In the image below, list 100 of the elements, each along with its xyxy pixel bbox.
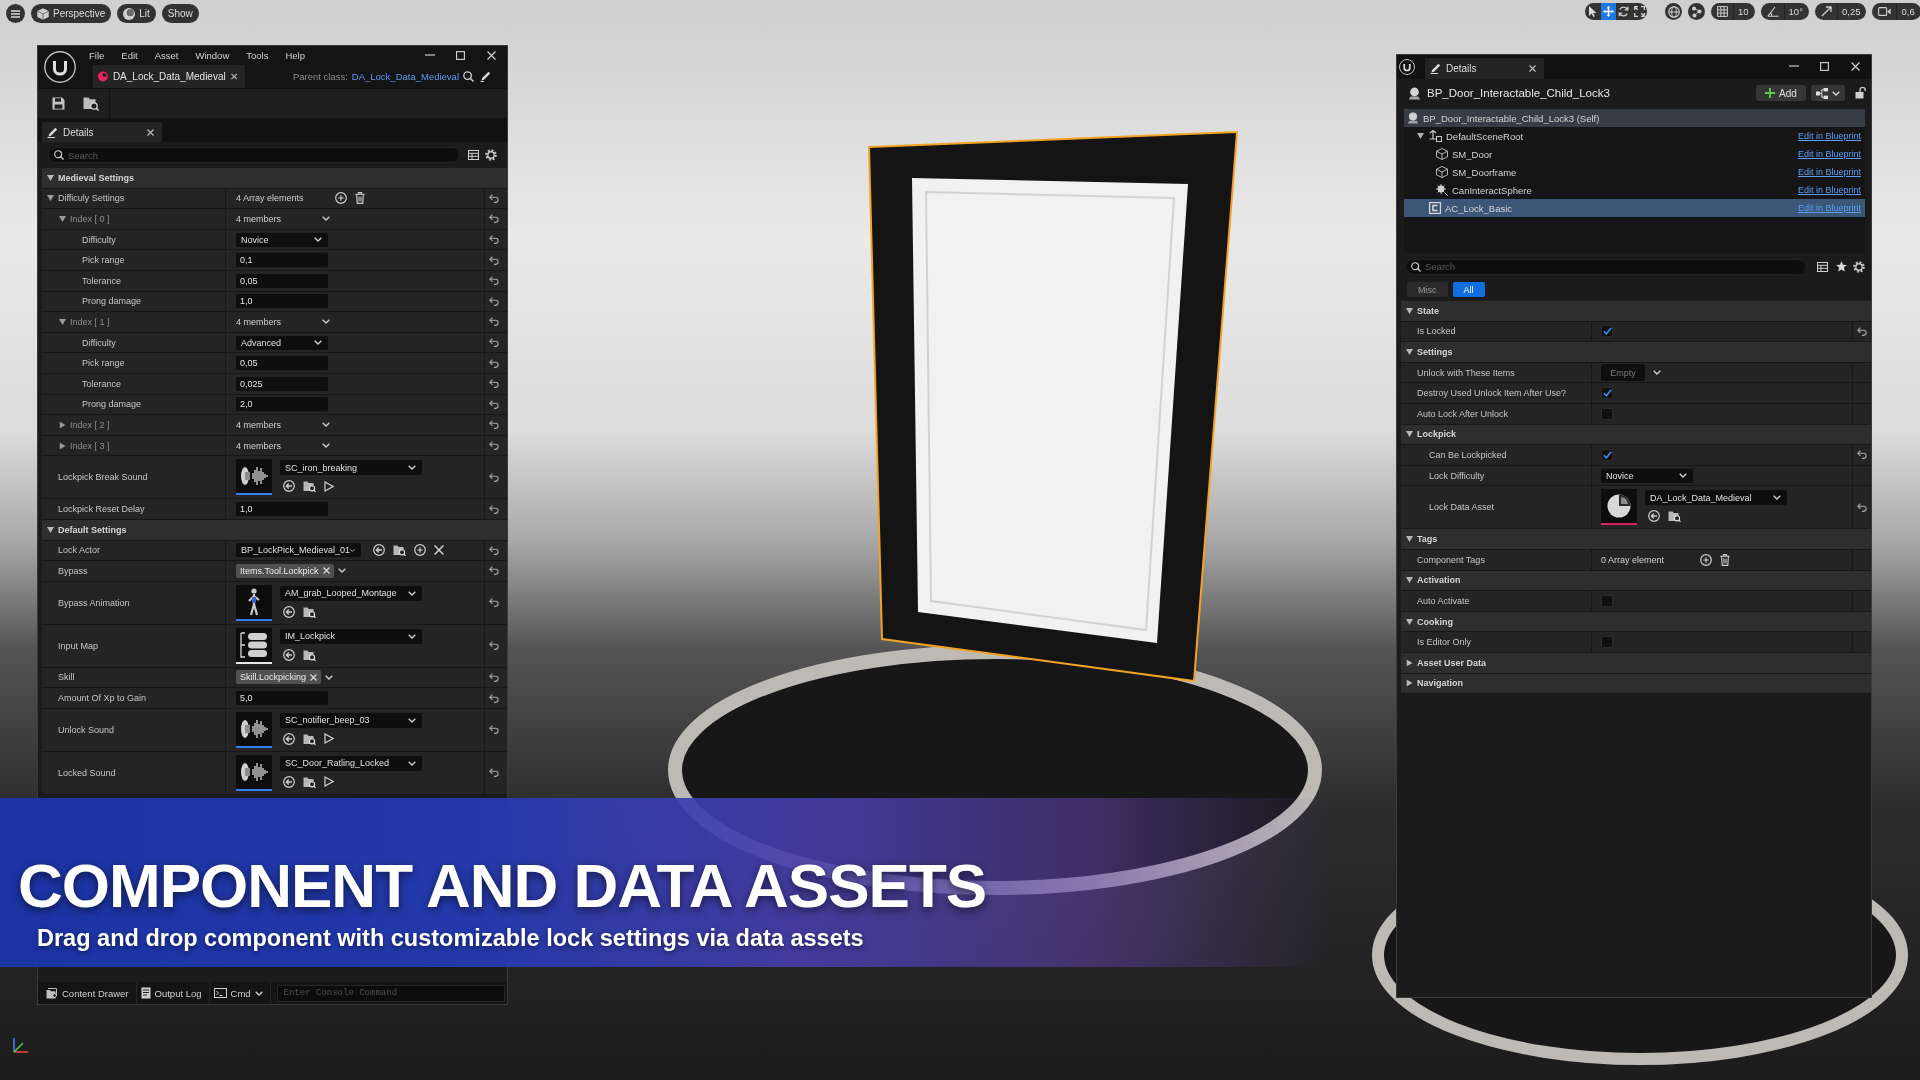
edit-in-blueprint-link[interactable]: Edit in Blueprint [1797, 167, 1861, 177]
cmd-button[interactable]: Cmd [209, 982, 271, 1004]
component-row[interactable]: DefaultSceneRoot Edit in Blueprint [1404, 127, 1865, 145]
category-header[interactable]: Default Settings [42, 519, 507, 541]
reset-arrow-icon[interactable] [489, 693, 499, 703]
number-field[interactable]: 0,025 [236, 376, 328, 391]
diagonal-arrow-icon[interactable] [1820, 6, 1832, 17]
play-icon[interactable] [324, 776, 334, 788]
value-dropdown[interactable]: Novice [1601, 468, 1693, 483]
engine-logo-icon[interactable] [44, 51, 76, 83]
category-header[interactable]: Activation [1401, 570, 1871, 592]
pencil-icon[interactable] [480, 71, 491, 82]
tag-chip[interactable]: Skill.Lockpicking [236, 670, 322, 685]
reset-arrow-icon[interactable] [489, 255, 499, 265]
arrow-circle-icon[interactable] [283, 480, 295, 493]
plus-circle-icon[interactable] [335, 192, 347, 205]
reset-arrow-icon[interactable] [489, 193, 499, 203]
engine-logo-icon[interactable] [1399, 59, 1415, 75]
checkbox[interactable] [1601, 407, 1613, 420]
reset-arrow-icon[interactable] [489, 768, 499, 778]
angle-icon[interactable] [1766, 6, 1779, 17]
chevron-down-icon[interactable] [322, 422, 330, 428]
camera-speed-value[interactable]: 0,6 [1896, 3, 1915, 20]
category-header[interactable]: Lockpick [1401, 424, 1871, 446]
chevron-down-icon[interactable] [322, 319, 330, 325]
gear-icon[interactable] [1853, 260, 1865, 273]
category-header[interactable]: Settings [1401, 342, 1871, 363]
close-icon[interactable] [147, 128, 154, 136]
camera-speed-control[interactable]: 0,6 [1872, 3, 1920, 20]
asset-dropdown[interactable]: IM_Lockpick [280, 628, 422, 644]
number-field[interactable]: 1,0 [236, 294, 328, 309]
star-icon[interactable] [1836, 261, 1847, 272]
table-icon[interactable] [468, 150, 479, 160]
chevron-down-icon[interactable] [325, 675, 334, 680]
asset-dropdown[interactable]: AM_grab_Looped_Montage [280, 585, 422, 601]
tag-chip[interactable]: Items.Tool.Lockpick [236, 563, 334, 578]
grid-icon[interactable] [1717, 6, 1728, 17]
reset-arrow-icon[interactable] [489, 504, 499, 514]
play-icon[interactable] [324, 480, 334, 492]
arrow-circle-icon[interactable] [283, 732, 295, 745]
component-row[interactable]: SM_Door Edit in Blueprint [1404, 145, 1865, 163]
search-field[interactable]: Search [1405, 258, 1807, 275]
category-header[interactable]: Navigation [1401, 673, 1871, 695]
reset-arrow-icon[interactable] [489, 673, 499, 682]
filter-button[interactable]: Misc [1407, 282, 1448, 297]
reset-arrow-icon[interactable] [489, 399, 499, 409]
rotation-snap-value[interactable]: 10° [1783, 3, 1803, 20]
category-header[interactable]: Medieval Settings [42, 168, 507, 189]
reset-arrow-icon[interactable] [489, 338, 499, 348]
move-tool-button[interactable] [1600, 3, 1616, 20]
edit-in-blueprint-link[interactable]: Edit in Blueprint [1797, 185, 1861, 195]
close-icon[interactable] [1529, 65, 1536, 72]
asset-dropdown[interactable]: SC_iron_breaking [280, 460, 422, 476]
folder-search-icon[interactable] [303, 732, 316, 745]
category-header[interactable]: Asset User Data [1401, 652, 1871, 674]
menu-item[interactable]: Window [195, 50, 230, 61]
reset-arrow-icon[interactable] [489, 296, 499, 306]
checkbox[interactable] [1601, 325, 1613, 338]
asset-dropdown[interactable]: SC_Door_Ratling_Locked [280, 755, 422, 771]
folder-search-icon[interactable] [303, 648, 316, 661]
class-dropdown[interactable]: BP_LockPick_Medieval_01 [236, 543, 361, 558]
category-header[interactable]: State [1401, 301, 1871, 322]
checkbox[interactable] [1601, 636, 1613, 649]
folder-search-icon[interactable] [83, 96, 99, 111]
lock-icon[interactable] [1855, 87, 1866, 99]
arrow-circle-icon[interactable] [283, 648, 295, 661]
perspective-button[interactable]: Perspective [31, 4, 112, 23]
table-icon[interactable] [1817, 261, 1828, 272]
disclosure-triangle-icon[interactable] [46, 195, 54, 202]
reset-arrow-icon[interactable] [489, 379, 499, 389]
edit-in-blueprint-link[interactable]: Edit in Blueprint [1797, 149, 1861, 159]
category-header[interactable]: Cooking [1401, 611, 1871, 633]
scale-snap-value[interactable]: 0,25 [1836, 3, 1861, 20]
menu-item[interactable]: Tools [246, 50, 269, 61]
output-log-button[interactable]: Output Log [136, 982, 210, 1004]
tag-container-field[interactable]: Empty [1601, 364, 1645, 382]
grid-snap-control[interactable]: 10 [1711, 3, 1755, 20]
menu-item[interactable]: Help [285, 50, 305, 61]
edit-in-blueprint-link[interactable]: Edit in Blueprint [1797, 131, 1861, 141]
reset-arrow-icon[interactable] [1857, 326, 1867, 336]
add-button[interactable]: Add [1756, 85, 1806, 101]
close-icon[interactable] [434, 545, 444, 556]
folder-search-icon[interactable] [393, 544, 406, 557]
number-field[interactable]: 0,05 [236, 273, 328, 288]
component-row[interactable]: CanInteractSphere Edit in Blueprint [1404, 181, 1865, 199]
value-dropdown[interactable]: Novice [236, 232, 328, 247]
menu-item[interactable]: Edit [121, 50, 138, 61]
trash-icon[interactable] [1720, 553, 1730, 566]
reset-arrow-icon[interactable] [489, 566, 499, 576]
camera-icon[interactable] [1878, 7, 1892, 16]
reset-arrow-icon[interactable] [489, 441, 499, 450]
save-icon[interactable] [52, 97, 65, 110]
number-field[interactable]: 0,1 [236, 253, 328, 268]
disclosure-triangle-icon[interactable] [59, 421, 65, 429]
reset-arrow-icon[interactable] [489, 641, 499, 651]
arrow-circle-icon[interactable] [283, 605, 295, 618]
reset-arrow-icon[interactable] [489, 472, 499, 482]
parent-class-link[interactable]: DA_Lock_Data_Medieval [351, 71, 459, 82]
console-input[interactable]: Enter Console Command [276, 984, 505, 1002]
disclosure-triangle-icon[interactable] [1417, 133, 1424, 139]
